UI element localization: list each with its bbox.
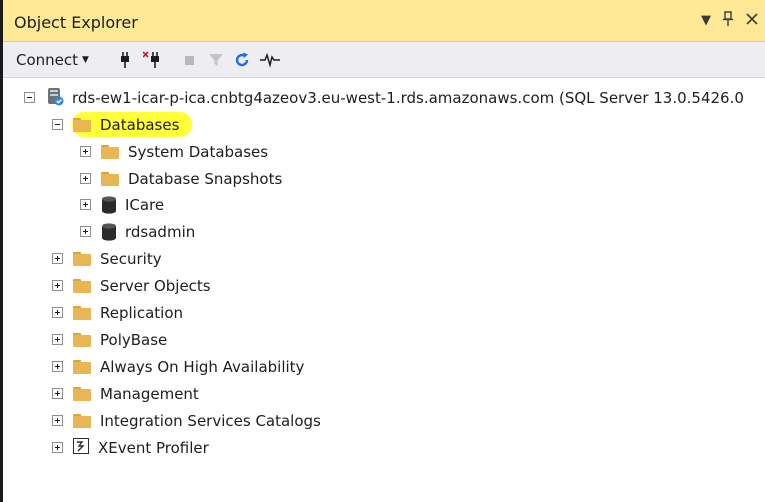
expand-toggle[interactable]: [80, 226, 91, 237]
security-label: Security: [100, 249, 162, 268]
tree-node-always-on[interactable]: Always On High Availability: [52, 353, 304, 380]
title-controls: ▼: [701, 11, 759, 31]
folder-icon: [101, 171, 119, 186]
xevent-profiler-label: XEvent Profiler: [98, 438, 209, 457]
folder-icon: [101, 144, 119, 159]
object-explorer-toolbar: Connect ▼: [3, 42, 765, 78]
collapse-toggle[interactable]: [24, 92, 35, 103]
xevent-profiler-icon: [73, 437, 89, 458]
expand-toggle[interactable]: [52, 442, 63, 453]
expand-toggle[interactable]: [80, 173, 91, 184]
expand-toggle[interactable]: [80, 199, 91, 210]
folder-icon: [73, 251, 91, 266]
close-icon[interactable]: [745, 12, 759, 30]
panel-title: Object Explorer: [14, 13, 138, 32]
tree-node-database-snapshots[interactable]: Database Snapshots: [80, 165, 282, 192]
dropdown-icon[interactable]: ▼: [701, 13, 711, 29]
tree-node-xevent-profiler[interactable]: XEvent Profiler: [52, 434, 209, 461]
folder-icon: [73, 278, 91, 293]
management-label: Management: [100, 384, 199, 403]
rdsadmin-label: rdsadmin: [125, 222, 196, 241]
disconnect-icon[interactable]: [142, 51, 161, 69]
tree-node-icare[interactable]: ICare: [80, 191, 164, 218]
tree-node-polybase[interactable]: PolyBase: [52, 326, 167, 353]
system-databases-label: System Databases: [128, 142, 269, 161]
polybase-label: PolyBase: [100, 330, 168, 349]
always-on-label: Always On High Availability: [100, 357, 305, 376]
folder-icon: [73, 305, 91, 320]
icare-label: ICare: [125, 195, 165, 214]
expand-toggle[interactable]: [52, 415, 63, 426]
connect-label: Connect: [16, 51, 79, 69]
folder-icon: [73, 332, 91, 347]
expand-toggle[interactable]: [52, 361, 63, 372]
server-objects-label: Server Objects: [100, 276, 211, 295]
replication-label: Replication: [100, 303, 184, 322]
folder-icon: [73, 413, 91, 428]
tree-node-server[interactable]: rds-ew1-icar-p-ica.cnbtg4azeov3.eu-west-…: [24, 84, 744, 111]
activity-monitor-icon[interactable]: [260, 51, 280, 69]
expand-toggle[interactable]: [52, 388, 63, 399]
server-label: rds-ew1-icar-p-ica.cnbtg4azeov3.eu-west-…: [72, 88, 744, 107]
databases-label: Databases: [100, 115, 180, 134]
folder-icon: [73, 359, 91, 374]
tree-node-databases[interactable]: Databases: [52, 111, 179, 138]
expand-toggle[interactable]: [52, 334, 63, 345]
connect-button[interactable]: Connect ▼: [16, 50, 89, 70]
refresh-icon[interactable]: [233, 51, 251, 69]
server-icon: [45, 86, 65, 110]
tree-node-server-objects[interactable]: Server Objects: [52, 272, 211, 299]
expand-toggle[interactable]: [52, 307, 63, 318]
filter-icon[interactable]: [207, 51, 225, 69]
database-snapshots-label: Database Snapshots: [128, 169, 283, 188]
database-icon: [101, 222, 117, 241]
tree-node-integration-services[interactable]: Integration Services Catalogs: [52, 407, 321, 434]
expand-toggle[interactable]: [52, 253, 63, 264]
collapse-toggle[interactable]: [52, 119, 63, 130]
pin-icon[interactable]: [722, 11, 734, 31]
integration-services-label: Integration Services Catalogs: [100, 411, 321, 430]
folder-icon: [73, 117, 91, 132]
tree-node-security[interactable]: Security: [52, 245, 162, 272]
object-explorer-title-bar: Object Explorer ▼: [3, 0, 765, 42]
database-icon: [101, 195, 117, 214]
expand-toggle[interactable]: [52, 280, 63, 291]
tree-node-management[interactable]: Management: [52, 380, 199, 407]
tree-node-replication[interactable]: Replication: [52, 299, 183, 326]
expand-toggle[interactable]: [80, 146, 91, 157]
chevron-down-icon: ▼: [82, 55, 89, 65]
connect-plug-icon[interactable]: [116, 51, 134, 69]
object-explorer-tree: rds-ew1-icar-p-ica.cnbtg4azeov3.eu-west-…: [3, 80, 765, 502]
folder-icon: [73, 386, 91, 401]
tree-node-rdsadmin[interactable]: rdsadmin: [80, 218, 195, 245]
tree-node-system-databases[interactable]: System Databases: [80, 138, 268, 165]
stop-icon[interactable]: [181, 51, 199, 69]
